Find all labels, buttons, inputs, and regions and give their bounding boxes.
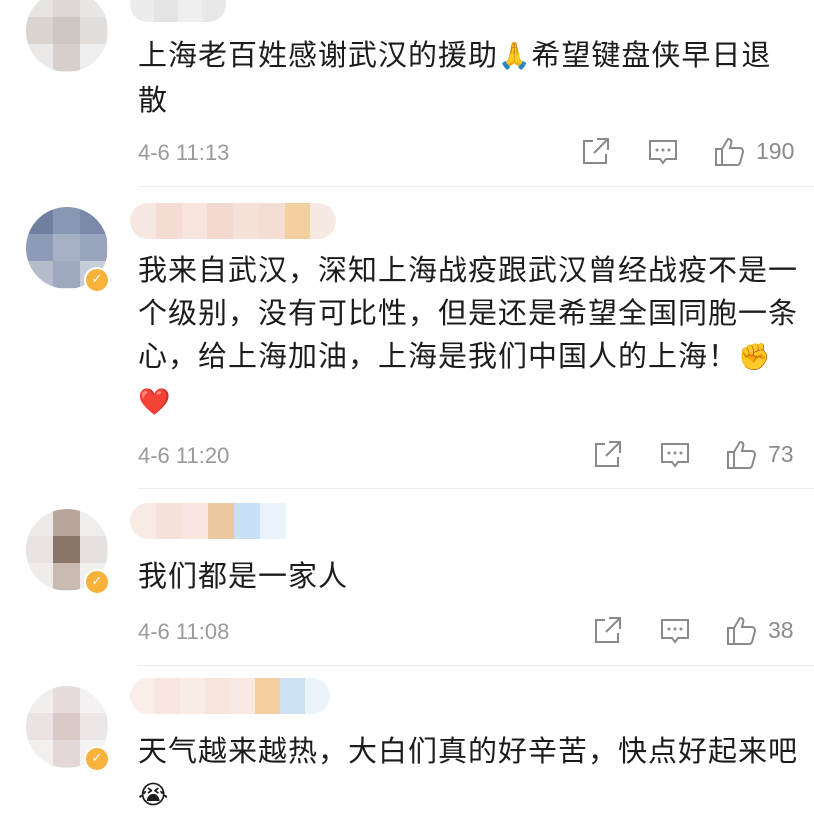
comment-item: ✓ 我们都是一家人 4-6 11:08 38 xyxy=(0,489,814,665)
comment-item: 上海老百姓感谢武汉的援助🙏希望键盘侠早日退散 4-6 11:13 190 xyxy=(0,0,814,186)
thumbs-up-icon[interactable] xyxy=(724,438,758,472)
share-icon[interactable] xyxy=(590,438,624,472)
avatar[interactable] xyxy=(26,0,108,72)
comment-actions: 190 xyxy=(578,135,808,169)
comment-time: 4-6 11:13 xyxy=(138,140,230,165)
comment-icon[interactable] xyxy=(658,614,692,648)
crying-emoji-icon: 😭 xyxy=(138,780,170,811)
thumbs-up-icon[interactable] xyxy=(712,135,746,169)
like-count: 73 xyxy=(768,441,794,467)
verified-badge-icon: ✓ xyxy=(84,267,110,293)
like-count: 38 xyxy=(768,617,794,643)
comment-actions: 73 xyxy=(590,438,808,472)
username-blurred[interactable] xyxy=(130,203,336,239)
fist-emoji-icon: ✊ xyxy=(738,342,772,373)
thumbs-up-icon[interactable] xyxy=(724,614,758,648)
verified-badge-icon: ✓ xyxy=(84,569,110,595)
heart-emoji-icon: ❤️ xyxy=(138,387,172,417)
comment-time: 4-6 11:08 xyxy=(138,619,230,644)
comment-icon[interactable] xyxy=(658,438,692,472)
pray-emoji-icon: 🙏 xyxy=(498,41,532,72)
comment-text: 天气越来越热，大白们真的好辛苦，快点好起来吧😭 xyxy=(138,734,799,811)
comment-text: 上海老百姓感谢武汉的援助🙏希望键盘侠早日退散 xyxy=(138,38,772,117)
username-blurred[interactable] xyxy=(130,0,226,22)
username-blurred[interactable] xyxy=(130,678,330,714)
comment-text: 我来自武汉，深知上海战疫跟武汉曾经战疫不是一个级别，没有可比性，但是还是希望全国… xyxy=(138,253,799,417)
verified-badge-icon: ✓ xyxy=(84,746,110,772)
comment-item: ✓ 天气越来越热，大白们真的好辛苦，快点好起来吧😭 xyxy=(0,666,814,822)
comment-text: 我们都是一家人 xyxy=(138,559,349,593)
comment-icon[interactable] xyxy=(646,135,680,169)
share-icon[interactable] xyxy=(590,614,624,648)
share-icon[interactable] xyxy=(578,135,612,169)
username-blurred[interactable] xyxy=(130,503,308,539)
comment-actions: 38 xyxy=(590,614,808,648)
like-count: 190 xyxy=(756,138,795,164)
comment-item: ✓ 我来自武汉，深知上海战疫跟武汉曾经战疫不是一个级别，没有可比性，但是还是希望… xyxy=(0,187,814,488)
comment-time: 4-6 11:20 xyxy=(138,443,230,468)
